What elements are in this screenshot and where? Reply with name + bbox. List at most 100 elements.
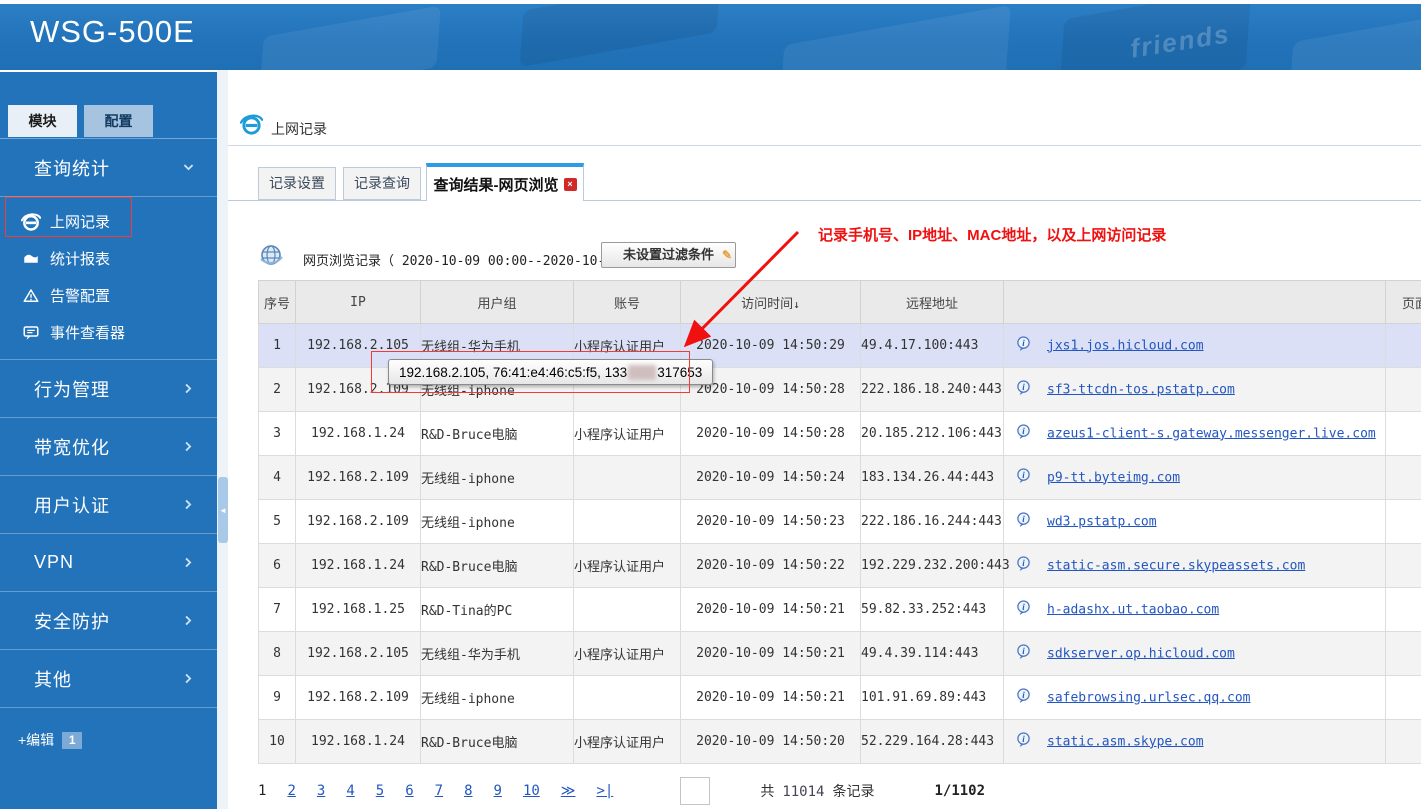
table-row[interactable]: 10 192.168.1.24 R&D-Bruce电脑 小程序认证用户 2020-10-…	[258, 719, 1421, 764]
page-link-4[interactable]: 4	[346, 783, 354, 799]
page-jump-input[interactable]	[680, 777, 711, 805]
table-row[interactable]: 8 192.168.2.105 无线组-华为手机 小程序认证用户 2020-10-09 …	[258, 631, 1421, 676]
record-url-link[interactable]: wd3.pstatp.com	[1047, 514, 1157, 529]
table-row[interactable]: 7 192.168.1.25 R&D-Tina的PC 2020-10-09 14:50…	[258, 587, 1421, 632]
sidebar-section-label: 行为管理	[34, 379, 110, 400]
edit-count-badge: 1	[62, 731, 83, 749]
table-header-row: 序号IP用户组账号访问时间↓远程地址 页面	[258, 280, 1421, 324]
sidebar-section-group[interactable]: 用户认证	[0, 476, 217, 534]
chevron-right-icon	[182, 556, 195, 569]
device-info-tooltip: 192.168.2.105, 76:41:e4:46:c5:f5, 133 317…	[388, 359, 714, 385]
info-icon[interactable]: i	[1016, 511, 1031, 532]
page-link-3[interactable]: 3	[317, 783, 325, 799]
top-banner: friends	[0, 4, 1421, 70]
sidebar-tab-modules[interactable]: 模块	[8, 105, 77, 137]
sidebar-section-query-stats[interactable]: 查询统计	[0, 139, 217, 197]
next-pages-link[interactable]: ≫	[561, 783, 576, 799]
cell-remote-address: 222.186.16.244:443	[860, 499, 1004, 544]
pagination-bar: 1 2 3 4 5 6 7 8 9 10 ≫ >| 共 11014 条记录 1/1102	[258, 777, 985, 805]
cell-page	[1385, 543, 1421, 588]
sidebar-section-group[interactable]: 安全防护	[0, 592, 217, 650]
cell-user-group: 无线组-iphone	[420, 455, 574, 500]
records-table: 序号IP用户组账号访问时间↓远程地址 页面 1 192.168.2.105无线组-华…	[258, 280, 1421, 764]
cell-account	[573, 675, 681, 720]
page-link-8[interactable]: 8	[464, 783, 472, 799]
info-icon[interactable]: i	[1016, 335, 1031, 356]
info-icon[interactable]: i	[1016, 423, 1031, 444]
record-url-link[interactable]: static-asm.secure.skypeassets.com	[1047, 558, 1305, 573]
header-divider	[228, 145, 1421, 146]
info-icon[interactable]: i	[1016, 643, 1031, 664]
cell-url: i static-asm.secure.skypeassets.com	[1003, 543, 1386, 588]
record-url-link[interactable]: azeus1-client-s.gateway.messenger.live.c…	[1047, 426, 1376, 441]
filter-button[interactable]: 未设置过滤条件 ✎	[601, 242, 736, 268]
page-link-9[interactable]: 9	[494, 783, 502, 799]
tab-record-query[interactable]: 记录查询	[343, 167, 421, 200]
sidebar-collapse-handle[interactable]: ◄	[218, 477, 228, 543]
table-row[interactable]: 6 192.168.1.24 R&D-Bruce电脑 小程序认证用户 2020-10-0…	[258, 543, 1421, 588]
table-row[interactable]: 4 192.168.2.109 无线组-iphone 2020-10-09 14:50…	[258, 455, 1421, 500]
sidebar-section-group[interactable]: 其他	[0, 650, 217, 708]
pencil-icon: ✎	[721, 248, 732, 262]
report-icon	[20, 249, 42, 269]
page-link-10[interactable]: 10	[523, 783, 540, 799]
page-link-5[interactable]: 5	[376, 783, 384, 799]
banner-key-shape	[259, 5, 441, 70]
table-row[interactable]: 9 192.168.2.109 无线组-iphone 2020-10-09 14:50…	[258, 675, 1421, 720]
sidebar-item-告警配置[interactable]: 告警配置	[0, 277, 217, 314]
cell-remote-address: 52.229.164.28:443	[860, 719, 1004, 764]
cell-remote-address: 59.82.33.252:443	[860, 587, 1004, 632]
info-icon[interactable]: i	[1016, 599, 1031, 620]
page-link-2[interactable]: 2	[287, 783, 295, 799]
sidebar-item-事件查看器[interactable]: 事件查看器	[0, 314, 217, 351]
close-tab-icon[interactable]: ×	[563, 177, 577, 191]
cell-url: i jxs1.jos.hicloud.com	[1003, 323, 1386, 368]
sidebar-section-group[interactable]: 带宽优化	[0, 418, 217, 476]
last-page-link[interactable]: >|	[596, 783, 613, 799]
info-icon[interactable]: i	[1016, 687, 1031, 708]
cell-user-group: 无线组-iphone	[420, 499, 574, 544]
column-header-账号: 账号	[573, 280, 681, 324]
column-header-页面: 页面	[1385, 280, 1421, 324]
column-header-访问时间[interactable]: 访问时间↓	[680, 280, 861, 324]
record-url-link[interactable]: sf3-ttcdn-tos.pstatp.com	[1047, 382, 1235, 397]
cell-account: 小程序认证用户	[573, 719, 681, 764]
cell-remote-address: 183.134.26.44:443	[860, 455, 1004, 500]
cell-ip: 192.168.2.109	[295, 455, 421, 500]
sidebar-item-统计报表[interactable]: 统计报表	[0, 240, 217, 277]
sidebar-edit-button[interactable]: +编辑 1	[18, 730, 83, 750]
record-url-link[interactable]: sdkserver.op.hicloud.com	[1047, 646, 1235, 661]
sidebar-section-group[interactable]: VPN	[0, 534, 217, 592]
table-row[interactable]: 3 192.168.1.24 R&D-Bruce电脑 小程序认证用户 2020-10-0…	[258, 411, 1421, 456]
tab-query-result[interactable]: 查询结果-网页浏览 ×	[426, 163, 584, 201]
cell-remote-address: 20.185.212.106:443	[860, 411, 1004, 456]
info-icon[interactable]: i	[1016, 555, 1031, 576]
cell-url: i sdkserver.op.hicloud.com	[1003, 631, 1386, 676]
banner-key-shape	[1289, 14, 1421, 70]
cell-index: 10	[258, 719, 296, 764]
sidebar-tab-config[interactable]: 配置	[84, 105, 153, 137]
cell-page	[1385, 499, 1421, 544]
page-link-6[interactable]: 6	[405, 783, 413, 799]
cell-index: 2	[258, 367, 296, 412]
cell-url: i h-adashx.ut.taobao.com	[1003, 587, 1386, 632]
record-url-link[interactable]: h-adashx.ut.taobao.com	[1047, 602, 1219, 617]
cell-page	[1385, 411, 1421, 456]
info-icon[interactable]: i	[1016, 731, 1031, 752]
record-url-link[interactable]: p9-tt.byteimg.com	[1047, 470, 1180, 485]
tab-record-settings[interactable]: 记录设置	[258, 167, 336, 200]
table-row[interactable]: 5 192.168.2.109 无线组-iphone 2020-10-09 14:50…	[258, 499, 1421, 544]
info-icon[interactable]: i	[1016, 379, 1031, 400]
sidebar-section-group[interactable]: 行为管理	[0, 360, 217, 418]
cell-visit-time: 2020-10-09 14:50:21	[680, 675, 861, 720]
sidebar-item-上网记录[interactable]: 上网记录	[0, 203, 217, 240]
record-url-link[interactable]: static.asm.skype.com	[1047, 734, 1204, 749]
record-url-link[interactable]: jxs1.jos.hicloud.com	[1047, 338, 1204, 353]
page-link-7[interactable]: 7	[435, 783, 443, 799]
info-icon[interactable]: i	[1016, 467, 1031, 488]
total-records-count: 11014	[782, 784, 825, 800]
cell-user-group: R&D-Bruce电脑	[420, 719, 574, 764]
cell-ip: 192.168.1.24	[295, 543, 421, 588]
cell-user-group: 无线组-华为手机	[420, 631, 574, 676]
record-url-link[interactable]: safebrowsing.urlsec.qq.com	[1047, 690, 1251, 705]
